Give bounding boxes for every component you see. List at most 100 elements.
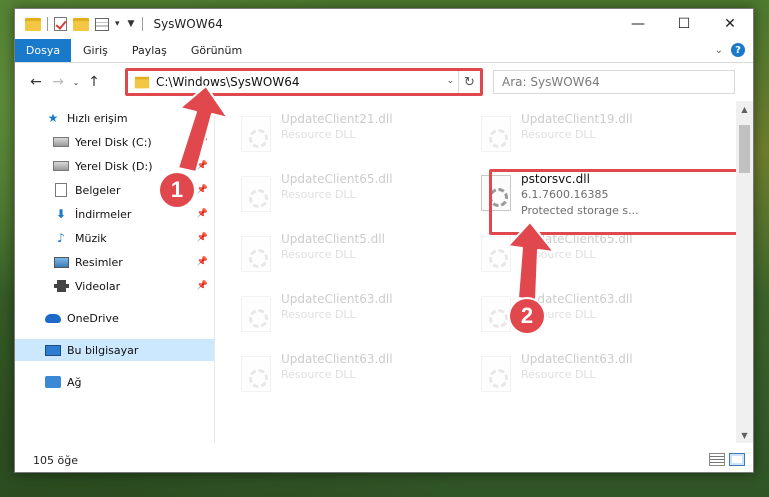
tab-home[interactable]: Giriş — [71, 39, 120, 62]
tab-share[interactable]: Paylaş — [120, 39, 179, 62]
sidebar-item-label: Yerel Disk (D:) — [75, 159, 153, 173]
maximize-button[interactable]: ☐ — [661, 9, 707, 39]
details-view-icon[interactable] — [709, 453, 725, 466]
close-button[interactable]: ✕ — [707, 9, 753, 39]
file-tile[interactable]: UpdateClient5.dll Resource DLL — [241, 229, 461, 279]
pin-icon[interactable]: 📌 — [197, 209, 208, 219]
window-controls: — ☐ ✕ — [615, 9, 753, 39]
file-tile[interactable]: UpdateClient65.dll Resource DLL — [241, 169, 461, 219]
quick-access-toolbar: ▾ ▼ — [25, 17, 134, 31]
tab-view[interactable]: Görünüm — [179, 39, 254, 62]
pictures-icon — [53, 255, 69, 269]
dll-file-icon — [241, 296, 271, 332]
computer-icon — [45, 343, 61, 357]
customize-qa-icon[interactable]: ▼ — [128, 19, 135, 29]
file-name: UpdateClient63.dll — [281, 292, 393, 306]
address-bar[interactable]: C:\Windows\SysWOW64 ⌄ ↻ — [127, 70, 481, 94]
file-tile[interactable]: UpdateClient63.dll Resource DLL — [481, 349, 701, 399]
sidebar-item-label: Belgeler — [75, 183, 121, 197]
document-icon — [53, 183, 69, 197]
scroll-down-icon[interactable]: ▼ — [736, 427, 753, 443]
ribbon-right-controls: ⌄ ? — [715, 43, 745, 57]
dll-file-icon — [241, 116, 271, 152]
back-button[interactable]: ← — [25, 74, 47, 90]
file-description: Resource DLL — [281, 248, 356, 261]
sidebar-item-onedrive[interactable]: OneDrive — [15, 307, 214, 329]
file-tile[interactable]: UpdateClient63.dll Resource DLL — [241, 289, 461, 339]
dll-file-icon — [241, 176, 271, 212]
minimize-button[interactable]: — — [615, 9, 661, 39]
file-description: Resource DLL — [281, 188, 356, 201]
file-name: UpdateClient65.dll — [521, 232, 633, 246]
window-title: SysWOW64 — [153, 17, 223, 31]
scroll-thumb[interactable] — [739, 125, 750, 173]
sidebar-item-label: Bu bilgisayar — [67, 343, 139, 357]
expand-ribbon-icon[interactable]: ⌄ — [715, 45, 723, 56]
tab-file[interactable]: Dosya — [15, 39, 71, 62]
file-name: UpdateClient5.dll — [281, 232, 385, 246]
pin-icon[interactable]: 📌 — [197, 137, 208, 147]
dll-file-icon — [241, 356, 271, 392]
file-tile[interactable]: UpdateClient21.dll Resource DLL — [241, 109, 461, 159]
sidebar-item-label: OneDrive — [67, 311, 119, 325]
dll-file-icon — [241, 236, 271, 272]
address-path[interactable]: C:\Windows\SysWOW64 — [156, 75, 300, 89]
file-tile-pstorsvc[interactable]: pstorsvc.dll 6.1.7600.16385 Protected st… — [481, 169, 701, 229]
videos-icon — [53, 279, 69, 293]
dll-file-icon — [481, 356, 511, 392]
ribbon-tabs: Dosya Giriş Paylaş Görünüm ⌄ ? — [15, 39, 753, 63]
file-tile[interactable]: UpdateClient63.dll Resource DLL — [241, 349, 461, 399]
download-icon: ⬇ — [55, 207, 67, 221]
sidebar-item-quick-access[interactable]: ★ Hızlı erişim — [15, 107, 214, 129]
pane-divider[interactable] — [214, 101, 215, 443]
address-dropdown-icon[interactable]: ⌄ — [446, 76, 454, 86]
file-list: UpdateClient21.dll Resource DLL UpdateCl… — [231, 101, 731, 443]
sidebar-item-network[interactable]: Ağ — [15, 371, 214, 393]
pin-icon[interactable]: 📌 — [197, 257, 208, 267]
pin-icon[interactable]: 📌 — [197, 233, 208, 243]
status-bar: 105 öğe — [15, 448, 753, 472]
pin-icon[interactable]: 📌 — [197, 161, 208, 171]
folder-icon — [134, 76, 150, 88]
navigation-bar: ← → ⌄ ↑ C:\Windows\SysWOW64 ⌄ ↻ — [15, 64, 753, 100]
recent-locations-button[interactable]: ⌄ — [69, 78, 83, 87]
file-description: Resource DLL — [521, 248, 596, 261]
properties-icon[interactable] — [95, 17, 109, 31]
file-name: UpdateClient63.dll — [521, 352, 633, 366]
pin-icon[interactable]: 📌 — [197, 185, 208, 195]
file-description: Resource DLL — [281, 128, 356, 141]
qa-dropdown-caret-icon[interactable]: ▾ — [115, 19, 120, 29]
sidebar-item-local-disk-c[interactable]: Yerel Disk (C:) 📌 — [15, 131, 214, 153]
search-box[interactable] — [493, 70, 735, 94]
forward-button[interactable]: → — [47, 74, 69, 90]
help-icon[interactable]: ? — [731, 43, 745, 57]
star-icon: ★ — [47, 111, 59, 125]
up-button[interactable]: ↑ — [83, 74, 105, 90]
pin-icon[interactable]: 📌 — [197, 281, 208, 291]
search-input[interactable] — [502, 75, 702, 89]
new-folder-icon[interactable] — [73, 17, 89, 31]
sidebar-item-downloads[interactable]: ⬇ İndirmeler 📌 — [15, 203, 214, 225]
cloud-icon — [45, 311, 61, 325]
file-tile[interactable]: UpdateClient19.dll Resource DLL — [481, 109, 701, 159]
file-version: 6.1.7600.16385 — [521, 188, 609, 201]
file-tile[interactable]: UpdateClient65.dll Resource DLL — [481, 229, 701, 279]
title-bar: ▾ ▼ SysWOW64 — ☐ ✕ — [15, 9, 753, 39]
sidebar-item-label: Müzik — [75, 231, 107, 245]
refresh-icon[interactable]: ↻ — [458, 71, 480, 93]
sidebar-item-label: İndirmeler — [75, 207, 132, 221]
file-description: Protected storage s... — [521, 204, 639, 217]
scroll-up-icon[interactable]: ▲ — [736, 101, 753, 117]
sidebar-item-this-pc[interactable]: Bu bilgisayar — [15, 339, 214, 361]
tiles-view-icon[interactable] — [729, 453, 745, 466]
sidebar-item-music[interactable]: ♪ Müzik 📌 — [15, 227, 214, 249]
sidebar-item-videos[interactable]: Videolar 📌 — [15, 275, 214, 297]
sidebar-item-pictures[interactable]: Resimler 📌 — [15, 251, 214, 273]
properties-check-icon[interactable] — [54, 17, 67, 31]
file-name: UpdateClient63.dll — [281, 352, 393, 366]
view-switcher — [709, 453, 745, 466]
file-description: Resource DLL — [521, 128, 596, 141]
network-icon — [45, 375, 61, 389]
vertical-scrollbar[interactable]: ▲ ▼ — [736, 101, 753, 443]
dll-file-icon — [481, 296, 511, 332]
